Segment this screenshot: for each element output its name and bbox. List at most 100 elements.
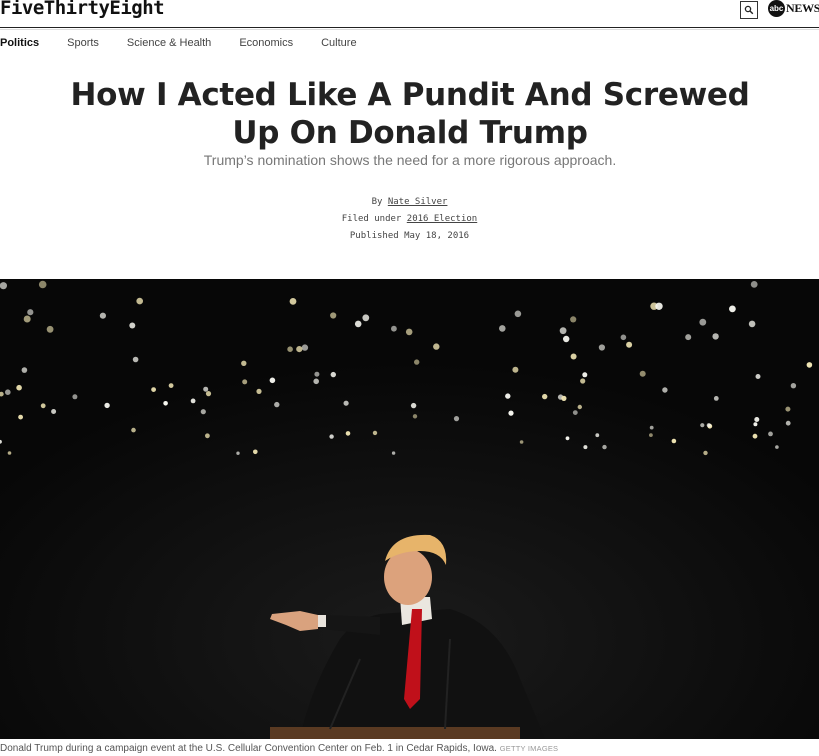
ceiling-light	[242, 379, 248, 385]
ceiling-light	[136, 297, 143, 305]
ceiling-light	[269, 377, 276, 384]
search-button[interactable]	[740, 1, 758, 19]
ceiling-light	[620, 334, 627, 341]
ceiling-light	[453, 416, 460, 422]
ceiling-light	[598, 344, 606, 351]
ceiling-light	[391, 451, 396, 455]
ceiling-light	[685, 334, 692, 341]
ceiling-light	[301, 344, 309, 351]
ceiling-light	[582, 372, 588, 378]
top-bar: FiveThirtyEight abc NEWS	[0, 0, 819, 28]
ceiling-light	[205, 433, 210, 439]
ceiling-light	[21, 367, 28, 373]
ceiling-light	[570, 316, 577, 323]
ceiling-light	[433, 343, 440, 350]
ceiling-light	[314, 371, 320, 377]
site-logo[interactable]: FiveThirtyEight	[0, 0, 165, 19]
ceiling-light	[753, 422, 758, 427]
nav-item-economics[interactable]: Economics	[239, 37, 293, 53]
hero-caption: Donald Trump during a campaign event at …	[0, 743, 819, 754]
header-divider	[0, 27, 819, 28]
abc-logo-circle: abc	[768, 0, 785, 17]
ceiling-light	[712, 333, 719, 340]
ceiling-light	[236, 451, 240, 455]
filed-under: Filed under 2016 Election	[0, 214, 819, 224]
ceiling-light	[7, 451, 12, 455]
article-dek: Trump’s nomination shows the need for a …	[203, 152, 617, 168]
ceiling-light	[287, 346, 293, 352]
ceiling-light	[0, 282, 7, 290]
ceiling-light	[27, 309, 34, 316]
photo-credit: GETTY IMAGES	[499, 744, 559, 753]
ceiling-light	[5, 389, 11, 395]
ceiling-light	[313, 378, 320, 385]
filed-prefix: Filed under	[341, 214, 402, 224]
filed-under-link[interactable]: 2016 Election	[407, 214, 477, 224]
ceiling-light	[354, 320, 362, 328]
ceiling-light	[561, 395, 567, 401]
author-link[interactable]: Nate Silver	[388, 197, 448, 207]
ceiling-light	[132, 356, 139, 363]
ceiling-light	[754, 417, 760, 422]
ceiling-light	[256, 388, 262, 394]
ceiling-light	[23, 315, 31, 323]
ceiling-light	[410, 402, 417, 409]
ceiling-light	[785, 420, 791, 426]
ceiling-light	[99, 312, 106, 319]
ceiling-light	[602, 444, 607, 450]
ceiling-light	[508, 410, 514, 416]
ceiling-light	[345, 431, 351, 436]
ceiling-light	[512, 366, 519, 373]
ceiling-light	[343, 400, 349, 406]
article-headline: How I Acted Like A Pundit And Screwed Up…	[60, 76, 760, 152]
ceiling-light	[563, 335, 570, 343]
ceiling-light	[519, 440, 524, 444]
ceiling-light	[655, 302, 663, 310]
ceiling-light	[329, 434, 334, 439]
ceiling-light	[570, 353, 577, 360]
ceiling-light	[775, 445, 779, 449]
ceiling-light	[241, 360, 247, 366]
ceiling-light	[671, 438, 677, 444]
nav-item-science-health[interactable]: Science & Health	[127, 37, 211, 53]
ceiling-light	[785, 406, 791, 412]
ceiling-light	[412, 414, 418, 419]
ceiling-light	[699, 318, 707, 326]
ceiling-light	[639, 370, 646, 377]
ceiling-light	[131, 427, 136, 433]
ceiling-light	[595, 433, 600, 438]
ceiling-light	[72, 394, 78, 400]
ceiling-light	[46, 325, 54, 333]
abc-news-logo[interactable]: abc NEWS	[768, 0, 819, 17]
ceiling-light	[713, 396, 719, 401]
ceiling-light	[662, 387, 668, 393]
ceiling-light	[768, 431, 773, 437]
headline-line-1: How I Acted Like A Pundit And Screwed	[70, 77, 750, 113]
ceiling-light	[296, 346, 303, 353]
ceiling-light	[649, 425, 654, 430]
ceiling-light	[362, 314, 370, 322]
ceiling-light	[18, 414, 23, 420]
ceiling-light	[542, 393, 548, 400]
caption-text: Donald Trump during a campaign event at …	[0, 743, 497, 754]
ceiling-light	[706, 423, 711, 428]
ceiling-light	[572, 410, 578, 415]
ceiling-light	[559, 327, 567, 335]
ceiling-light	[40, 403, 46, 409]
nav-item-sports[interactable]: Sports	[67, 37, 99, 53]
ceiling-light	[790, 383, 797, 389]
ceiling-light	[391, 325, 397, 332]
nav-item-politics[interactable]: Politics	[0, 37, 39, 53]
ceiling-light	[289, 298, 297, 305]
ceiling-light	[16, 384, 22, 391]
ceiling-light	[514, 310, 522, 318]
hero-photo	[0, 279, 819, 739]
ceiling-light	[703, 450, 708, 456]
section-nav: Politics Sports Science & Health Economi…	[0, 37, 385, 53]
ceiling-light	[505, 393, 511, 399]
ceiling-light	[729, 305, 736, 313]
nav-item-culture[interactable]: Culture	[321, 37, 356, 53]
ceiling-light	[580, 378, 586, 384]
headline-line-2: Up On Donald Trump	[232, 115, 588, 151]
abc-logo-news: NEWS	[786, 1, 819, 15]
